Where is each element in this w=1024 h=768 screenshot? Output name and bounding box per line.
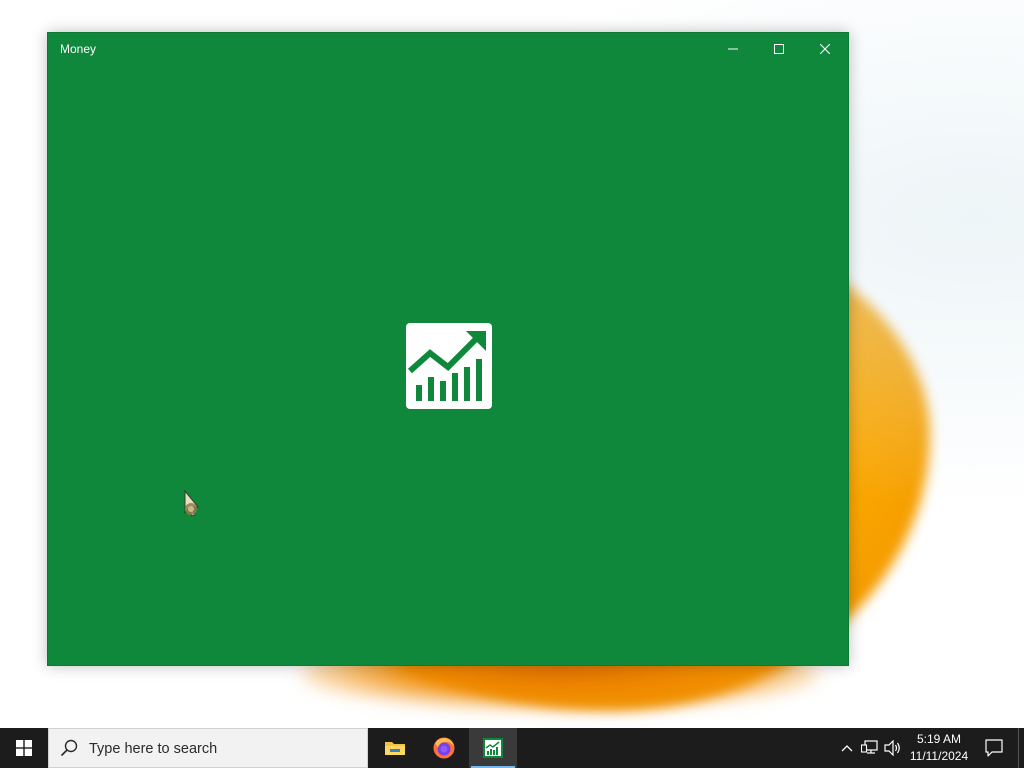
taskbar-money-app[interactable] bbox=[469, 728, 517, 768]
clock[interactable]: 5:19 AM 11/11/2024 bbox=[906, 728, 972, 768]
firefox-icon bbox=[433, 737, 455, 759]
show-hidden-icons-button[interactable] bbox=[837, 738, 857, 758]
minimize-icon bbox=[728, 48, 738, 50]
start-button[interactable] bbox=[0, 728, 48, 768]
money-app-window: Money bbox=[47, 32, 849, 666]
chevron-up-icon bbox=[841, 745, 853, 752]
money-chart-logo-icon bbox=[406, 323, 492, 409]
clock-date: 11/11/2024 bbox=[909, 749, 969, 763]
search-icon bbox=[60, 739, 78, 757]
folder-icon bbox=[385, 742, 405, 755]
taskbar-file-explorer[interactable] bbox=[371, 728, 419, 768]
maximize-icon bbox=[774, 44, 784, 54]
window-title: Money bbox=[60, 42, 97, 56]
close-icon bbox=[820, 44, 830, 54]
close-button[interactable] bbox=[802, 33, 848, 65]
network-icon bbox=[861, 740, 878, 754]
show-desktop-button[interactable] bbox=[1018, 728, 1024, 768]
action-center-button[interactable] bbox=[976, 728, 1012, 768]
clock-time: 5:19 AM bbox=[916, 732, 962, 746]
taskbar: Type here to search 5:19 AM 11/11/2024 bbox=[0, 728, 1024, 768]
title-bar[interactable]: Money bbox=[48, 33, 848, 65]
busy-cursor-icon bbox=[184, 489, 200, 517]
maximize-button[interactable] bbox=[756, 33, 802, 65]
taskbar-firefox[interactable] bbox=[420, 728, 468, 768]
money-app-icon bbox=[483, 738, 503, 758]
notification-icon bbox=[985, 739, 1003, 757]
windows-logo-icon bbox=[16, 740, 32, 756]
minimize-button[interactable] bbox=[710, 33, 756, 65]
volume-icon bbox=[884, 740, 900, 756]
volume-button[interactable] bbox=[883, 738, 903, 758]
network-button[interactable] bbox=[860, 738, 880, 758]
search-box[interactable]: Type here to search bbox=[48, 728, 368, 768]
search-placeholder: Type here to search bbox=[89, 741, 218, 757]
